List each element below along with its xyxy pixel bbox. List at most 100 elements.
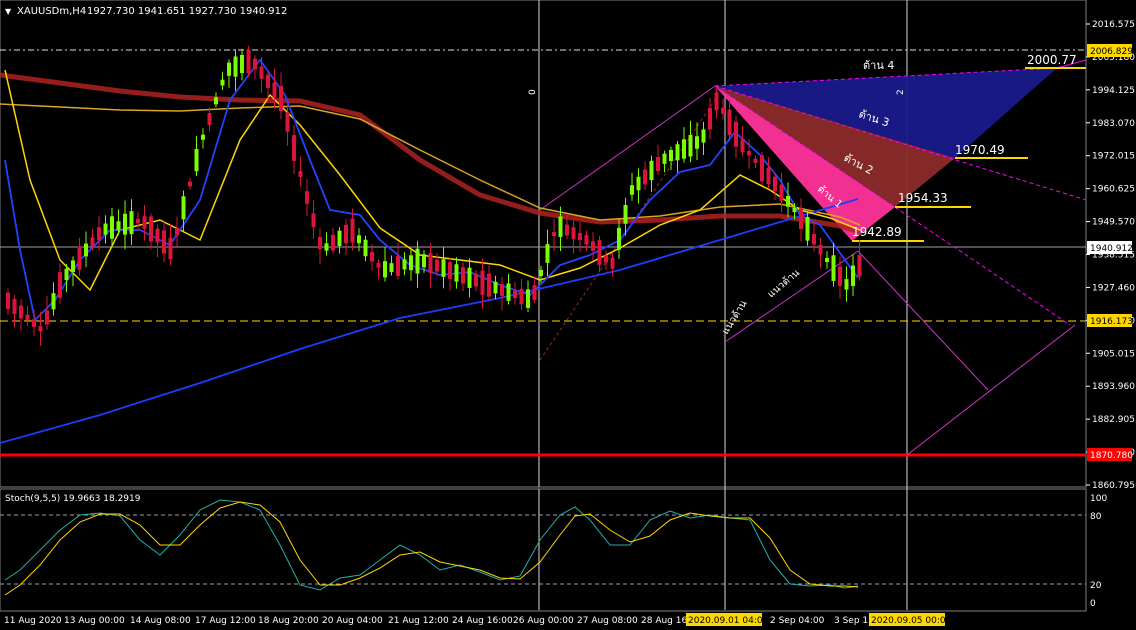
candle-body: [331, 234, 335, 251]
candle-body: [142, 216, 147, 229]
stoch-tick-20: 20: [1090, 581, 1102, 591]
candle-body: [838, 266, 842, 286]
time-label: 2 Sep 04:00: [770, 616, 825, 626]
candle-body: [220, 79, 225, 86]
candle-body: [71, 260, 75, 273]
level-label-4[interactable]: 2000.77: [1027, 53, 1077, 67]
candle-body: [428, 253, 433, 274]
candle-body: [812, 233, 816, 245]
level-label-1[interactable]: 1942.89: [852, 225, 902, 239]
symbol-timeframe: XAUUSDm,H4: [17, 6, 86, 17]
candle-body: [695, 136, 699, 149]
vline-2-label: 2: [896, 89, 906, 95]
candle-body: [773, 176, 777, 192]
trading-chart[interactable]: 2000.77 1970.49 1954.33 1942.89 ต้าน 4 ต…: [0, 0, 1136, 630]
candle-body: [285, 112, 290, 132]
candle-body: [363, 239, 368, 257]
time-label: 13 Aug 00:00: [64, 616, 125, 626]
candle-body: [740, 139, 745, 152]
candle-body: [708, 107, 712, 130]
candle-body: [181, 196, 186, 220]
candle-body: [32, 319, 36, 327]
ohlc-values: 1927.730 1941.651 1927.730 1940.912: [87, 6, 287, 17]
candle-body: [857, 255, 862, 277]
candle-body: [753, 158, 758, 163]
candle-body: [116, 221, 121, 231]
candle-body: [747, 151, 751, 156]
price-tick: 1960.625: [1092, 185, 1135, 195]
collapse-triangle-icon[interactable]: ▼: [5, 7, 12, 16]
candle-body: [506, 283, 511, 301]
candle-body: [45, 310, 49, 325]
level-label-2[interactable]: 1954.33: [898, 191, 948, 205]
candle-body: [90, 237, 95, 247]
price-tick: 1882.905: [1092, 415, 1135, 425]
price-tick: 1994.125: [1092, 86, 1135, 96]
candle-body: [727, 109, 732, 136]
candle-body: [389, 263, 394, 273]
stoch-frame: [0, 488, 1087, 612]
time-label: 28 Aug 16: [641, 616, 687, 626]
price-tick: 1972.015: [1092, 152, 1135, 162]
candle-body: [136, 218, 140, 224]
candle-body: [545, 244, 550, 263]
candle-body: [610, 257, 615, 269]
candle-body: [305, 191, 309, 204]
candle-body: [84, 243, 88, 257]
candle-body: [155, 228, 160, 243]
time-label: 17 Aug 12:00: [195, 616, 256, 626]
candle-body: [253, 58, 257, 70]
candle-body: [441, 259, 446, 277]
candle-body: [110, 216, 114, 239]
candle-body: [97, 227, 101, 241]
candle-body: [636, 176, 641, 191]
price-tick: 1905.015: [1092, 349, 1135, 359]
candle-body: [344, 224, 348, 244]
candle-body: [831, 255, 836, 281]
stoch-tick-80: 80: [1090, 512, 1102, 522]
candle-body: [409, 255, 413, 271]
candle-body: [578, 232, 582, 241]
candle-body: [19, 305, 23, 319]
candle-body: [370, 251, 374, 262]
candle-body: [532, 285, 537, 300]
candle-body: [123, 213, 127, 235]
price-tick: 1893.960: [1092, 382, 1135, 392]
price-tick: 1983.070: [1092, 119, 1135, 129]
candle-body: [207, 113, 212, 125]
candle-body: [162, 230, 166, 254]
candle-body: [623, 204, 628, 224]
candle-body: [617, 227, 621, 250]
candle-body: [675, 144, 680, 161]
candle-body: [565, 224, 569, 236]
candle-body: [513, 290, 517, 299]
candle-body: [396, 255, 400, 277]
candle-body: [350, 218, 355, 243]
candle-body: [799, 208, 803, 230]
candle-body: [58, 272, 62, 298]
candle-body: [844, 279, 849, 290]
time-label: 3 Sep 1: [834, 616, 868, 626]
level-label-3[interactable]: 1970.49: [955, 143, 1005, 157]
candle-body: [298, 171, 303, 177]
candle-body: [77, 246, 82, 270]
price-tick: 1949.570: [1092, 218, 1135, 228]
resist-label-4: ต้าน 4: [863, 59, 894, 72]
candle-body: [500, 284, 504, 296]
time-label: 20 Aug 04:00: [322, 616, 383, 626]
time-tag-2: 2020.09.05 00:00: [871, 616, 952, 626]
price-axis[interactable]: 2016.5752005.1801994.1251983.0701972.015…: [1086, 20, 1135, 491]
candle-body: [201, 134, 205, 140]
candle-body: [357, 235, 361, 244]
candle-body: [805, 216, 810, 241]
price-tag-current: 1940.912: [1090, 244, 1133, 254]
candle-body: [129, 211, 134, 235]
time-label: 21 Aug 12:00: [388, 616, 449, 626]
candle-body: [227, 62, 231, 76]
candle-body: [194, 149, 199, 172]
candle-body: [149, 216, 153, 242]
candle-body: [539, 269, 543, 277]
candle-body: [318, 236, 322, 250]
candle-body: [649, 160, 654, 181]
candle-body: [214, 97, 218, 105]
